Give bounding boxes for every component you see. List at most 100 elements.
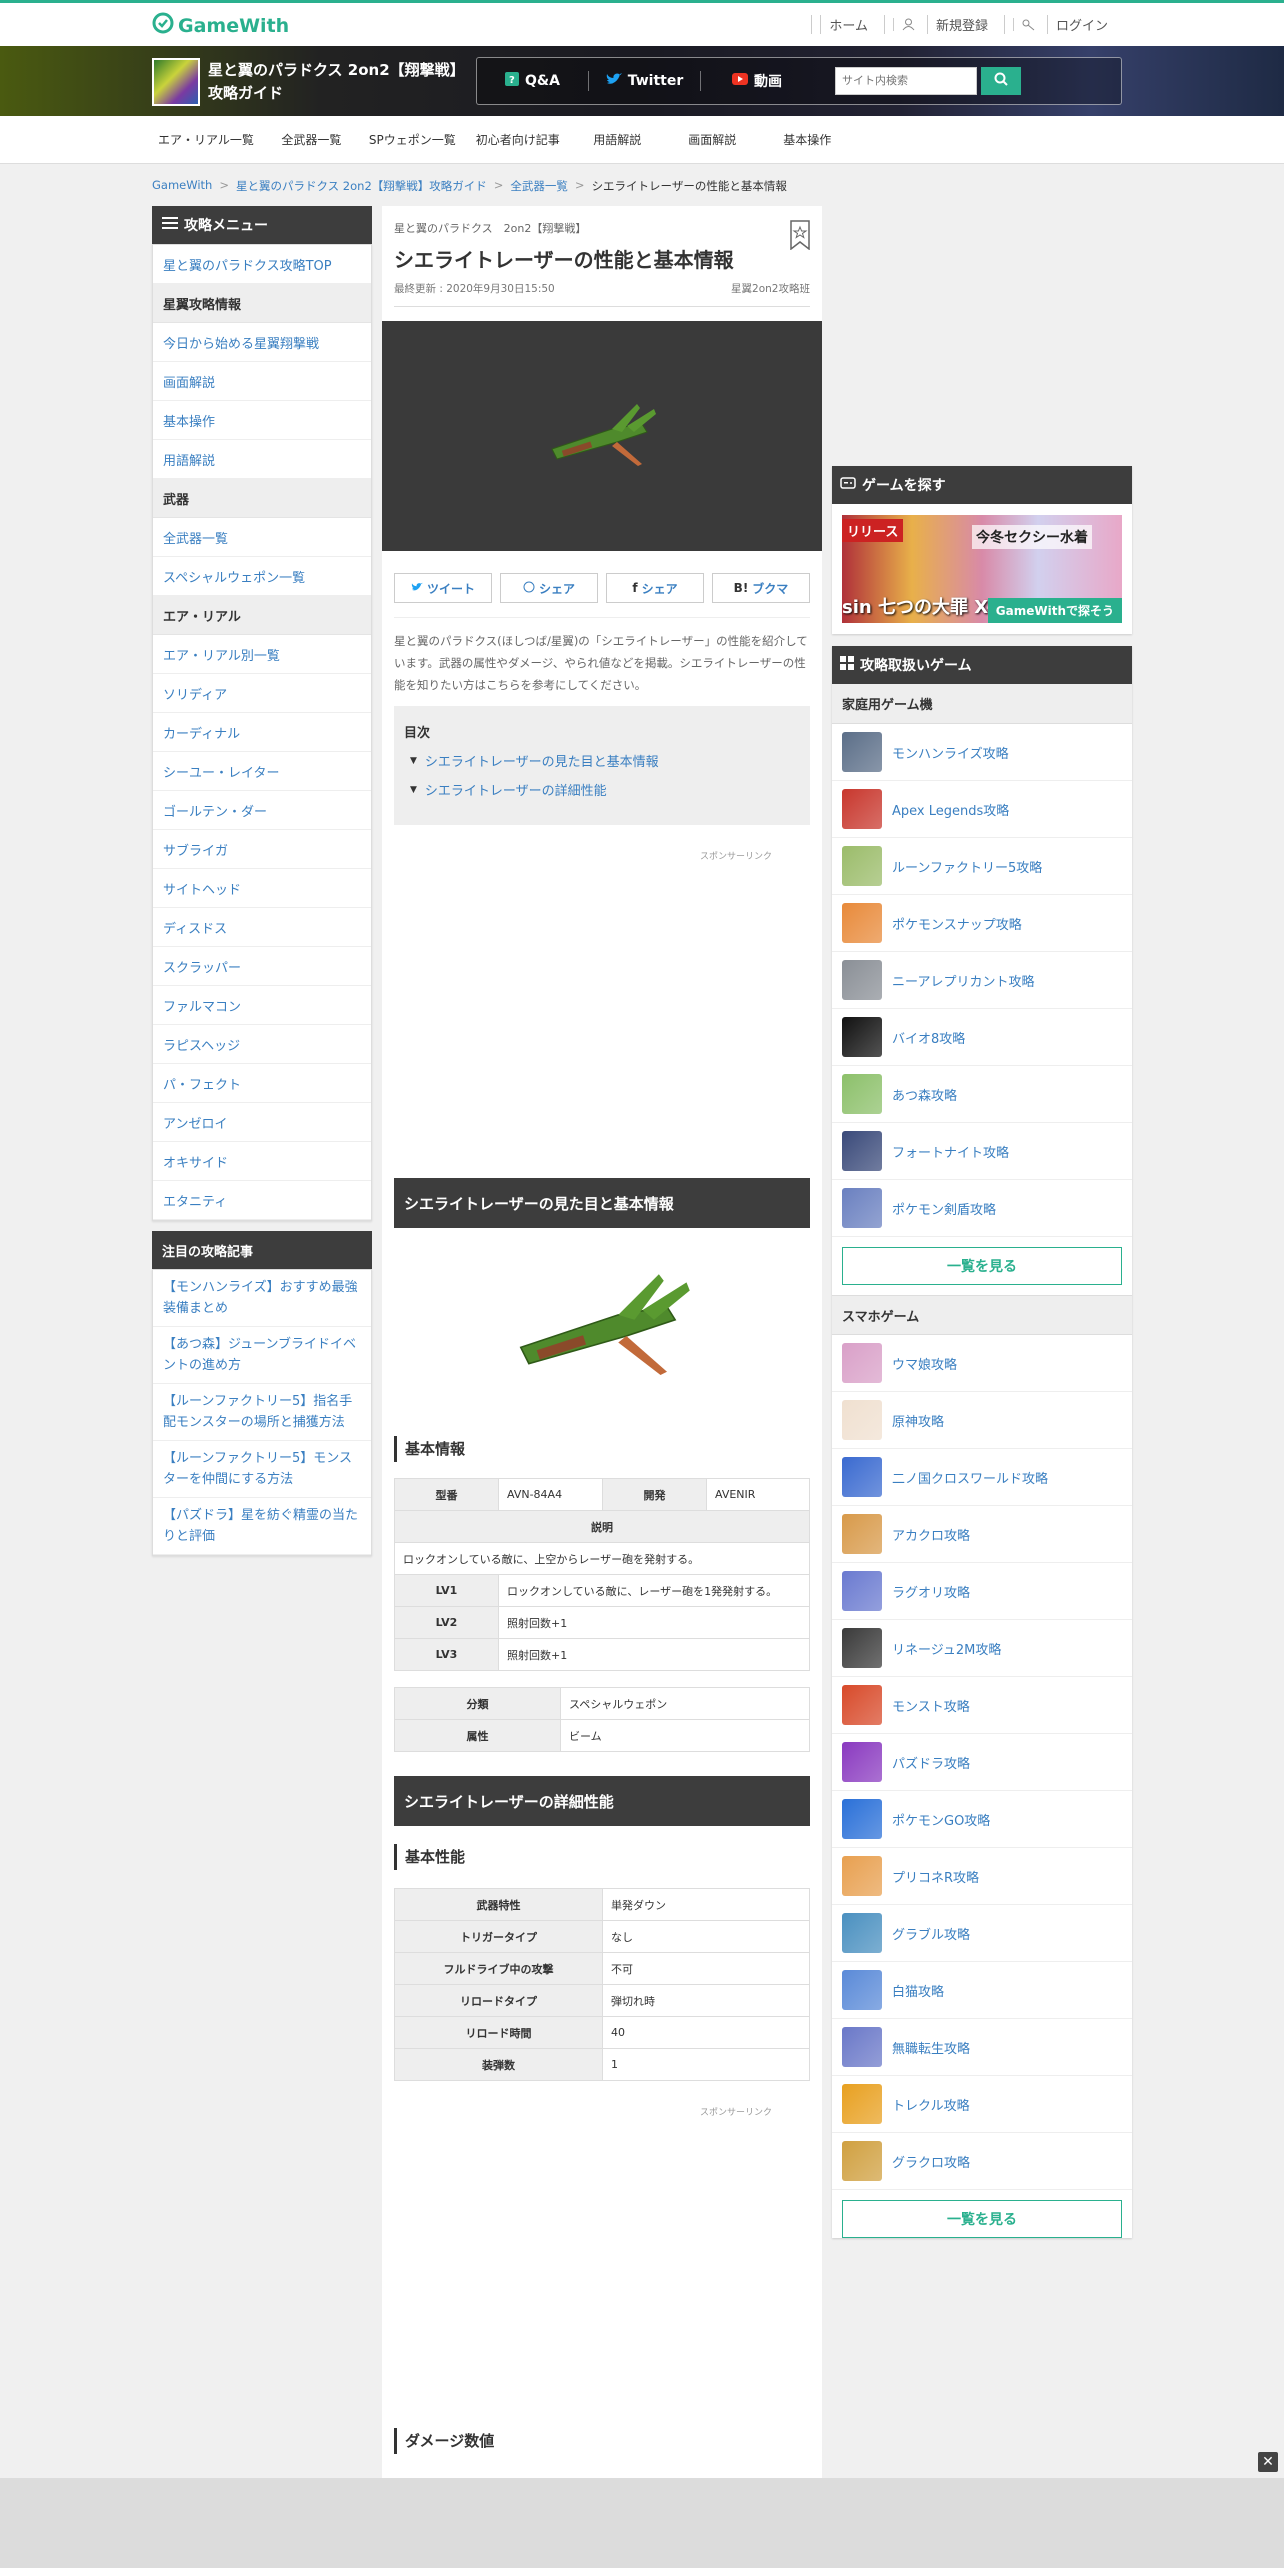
menu-header: 攻略メニュー bbox=[152, 206, 372, 244]
gamewith-logo[interactable]: GameWith bbox=[152, 12, 289, 39]
site-search-input[interactable] bbox=[835, 67, 977, 95]
game-thumbnail bbox=[842, 1856, 882, 1896]
menu-item[interactable]: カーディナル bbox=[153, 713, 371, 752]
see-all-mobile-button[interactable]: 一覧を見る bbox=[842, 2200, 1122, 2238]
nav-item-all-weapons[interactable]: 全武器一覧 bbox=[264, 116, 359, 164]
game-link[interactable]: Apex Legends攻略 bbox=[832, 781, 1132, 838]
twitter-icon bbox=[411, 581, 423, 595]
game-link[interactable]: ポケモンスナップ攻略 bbox=[832, 895, 1132, 952]
register-link[interactable]: 新規登録 bbox=[883, 15, 1004, 34]
game-link[interactable]: ラグオリ攻略 bbox=[832, 1563, 1132, 1620]
menu-item[interactable]: サイトヘッド bbox=[153, 869, 371, 908]
qa-button[interactable]: ? Q&A bbox=[477, 71, 589, 91]
game-link[interactable]: ウマ娘攻略 bbox=[832, 1335, 1132, 1392]
nav-item-sp-weapons[interactable]: SPウェポン一覧 bbox=[359, 116, 466, 164]
menu-item[interactable]: 今日から始める星翼翔撃戦 bbox=[153, 323, 371, 362]
menu-item[interactable]: アンゼロイ bbox=[153, 1103, 371, 1142]
breadcrumb-home[interactable]: GameWith bbox=[152, 178, 212, 194]
game-icon bbox=[152, 58, 200, 106]
game-link[interactable]: ポケモン剣盾攻略 bbox=[832, 1180, 1132, 1237]
game-link[interactable]: あつ森攻略 bbox=[832, 1066, 1132, 1123]
game-link[interactable]: トレクル攻略 bbox=[832, 2076, 1132, 2133]
game-link[interactable]: グラブル攻略 bbox=[832, 1905, 1132, 1962]
game-link-label: あつ森攻略 bbox=[892, 1088, 958, 1104]
game-link[interactable]: 無職転生攻略 bbox=[832, 2019, 1132, 2076]
video-button[interactable]: 動画 bbox=[701, 71, 813, 91]
nav-item-glossary[interactable]: 用語解説 bbox=[570, 116, 665, 164]
menu-item[interactable]: ファルマコン bbox=[153, 986, 371, 1025]
featured-item[interactable]: 【ルーンファクトリー5】モンスターを仲間にする方法 bbox=[153, 1441, 371, 1498]
nav-item-controls[interactable]: 基本操作 bbox=[760, 116, 855, 164]
toc-item[interactable]: ▼ シエライトレーザーの詳細性能 bbox=[410, 780, 800, 799]
bookmark-icon[interactable] bbox=[790, 220, 810, 251]
login-link[interactable]: ログイン bbox=[1003, 15, 1124, 34]
page-title: シエライトレーザーの性能と基本情報 bbox=[394, 248, 734, 272]
category-table: 分類 スペシャルウェポン 属性 ビーム bbox=[394, 1687, 810, 1752]
menu-item[interactable]: ゴールテン・ダー bbox=[153, 791, 371, 830]
facebook-share-button[interactable]: f シェア bbox=[606, 573, 704, 603]
featured-item[interactable]: 【モンハンライズ】おすすめ最強装備まとめ bbox=[153, 1270, 371, 1327]
menu-item[interactable]: エタニティ bbox=[153, 1181, 371, 1220]
menu-item[interactable]: スペシャルウェポン一覧 bbox=[153, 557, 371, 596]
hatena-bookmark-button[interactable]: B! ブクマ bbox=[712, 573, 810, 603]
site-title[interactable]: 星と翼のパラドクス 2on2【翔撃戦】攻略ガイド bbox=[152, 58, 462, 106]
promo-subtitle: 今冬セクシー水着 bbox=[972, 525, 1092, 549]
menu-item[interactable]: 画面解説 bbox=[153, 362, 371, 401]
game-link[interactable]: フォートナイト攻略 bbox=[832, 1123, 1132, 1180]
menu-item[interactable]: ソリディア bbox=[153, 674, 371, 713]
facebook-share-label: シェア bbox=[641, 581, 678, 596]
toc-item[interactable]: ▼ シエライトレーザーの見た目と基本情報 bbox=[410, 751, 800, 770]
see-all-console-button[interactable]: 一覧を見る bbox=[842, 1247, 1122, 1285]
game-link[interactable]: ポケモンGO攻略 bbox=[832, 1791, 1132, 1848]
search-icon bbox=[994, 72, 1008, 90]
breadcrumb-guide[interactable]: 星と翼のパラドクス 2on2【翔撃戦】攻略ガイド bbox=[236, 178, 487, 194]
menu-item[interactable]: エア・リアル別一覧 bbox=[153, 635, 371, 674]
game-link[interactable]: グラクロ攻略 bbox=[832, 2133, 1132, 2190]
menu-item[interactable]: パ・フェクト bbox=[153, 1064, 371, 1103]
menu-item[interactable]: 用語解説 bbox=[153, 440, 371, 479]
game-link[interactable]: 二ノ国クロスワールド攻略 bbox=[832, 1449, 1132, 1506]
breadcrumb-weapons[interactable]: 全武器一覧 bbox=[510, 178, 568, 194]
sub-heading: 基本情報 bbox=[394, 1436, 810, 1462]
table-cell: なし bbox=[602, 1920, 810, 1953]
featured-item[interactable]: 【あつ森】ジューンブライドイベントの進め方 bbox=[153, 1327, 371, 1384]
article: 星と翼のパラドクス 2on2【翔撃戦】 シエライトレーザーの性能と基本情報 最終… bbox=[382, 206, 822, 2568]
sponsor-label: スポンサーリンク bbox=[699, 852, 772, 862]
menu-item[interactable]: シーユー・レイター bbox=[153, 752, 371, 791]
menu-item[interactable]: オキサイド bbox=[153, 1142, 371, 1181]
game-link[interactable]: ルーンファクトリー5攻略 bbox=[832, 838, 1132, 895]
featured-item[interactable]: 【ルーンファクトリー5】指名手配モンスターの場所と捕獲方法 bbox=[153, 1384, 371, 1441]
game-link[interactable]: 白猫攻略 bbox=[832, 1962, 1132, 2019]
bottom-ad-bar bbox=[0, 2478, 1284, 2568]
game-link[interactable]: モンハンライズ攻略 bbox=[832, 724, 1132, 781]
line-share-button[interactable]: シェア bbox=[500, 573, 598, 603]
game-link[interactable]: 原神攻略 bbox=[832, 1392, 1132, 1449]
featured-item[interactable]: 【パズドラ】星を紡ぐ精霊の当たりと評価 bbox=[153, 1498, 371, 1555]
search-button[interactable] bbox=[981, 67, 1021, 95]
menu-item-top[interactable]: 星と翼のパラドクス攻略TOP bbox=[153, 245, 371, 284]
game-link[interactable]: リネージュ2M攻略 bbox=[832, 1620, 1132, 1677]
nav-item-beginner[interactable]: 初心者向け記事 bbox=[466, 116, 570, 164]
game-link[interactable]: プリコネR攻略 bbox=[832, 1848, 1132, 1905]
game-link[interactable]: バイオ8攻略 bbox=[832, 1009, 1132, 1066]
menu-item[interactable]: 全武器一覧 bbox=[153, 518, 371, 557]
menu-item[interactable]: ディスドス bbox=[153, 908, 371, 947]
home-link[interactable]: ホーム bbox=[811, 15, 884, 34]
menu-item[interactable]: 基本操作 bbox=[153, 401, 371, 440]
menu-item[interactable]: ラピスヘッジ bbox=[153, 1025, 371, 1064]
twitter-button[interactable]: Twitter bbox=[589, 71, 701, 91]
gamewith-logo-icon bbox=[152, 12, 174, 39]
game-link[interactable]: モンスト攻略 bbox=[832, 1677, 1132, 1734]
game-link[interactable]: ニーアレプリカント攻略 bbox=[832, 952, 1132, 1009]
game-link-label: グラクロ攻略 bbox=[892, 2155, 971, 2171]
tweet-button[interactable]: ツイート bbox=[394, 573, 492, 603]
table-header: 開発 bbox=[602, 1478, 707, 1511]
game-link[interactable]: パズドラ攻略 bbox=[832, 1734, 1132, 1791]
promo-banner[interactable]: リリース 今冬セクシー水着 sin 七つの大罪 X-TASY GameWithで… bbox=[842, 515, 1122, 623]
menu-item[interactable]: サブライガ bbox=[153, 830, 371, 869]
menu-item[interactable]: スクラッパー bbox=[153, 947, 371, 986]
nav-item-air-real-list[interactable]: エア・リアル一覧 bbox=[148, 116, 264, 164]
game-link[interactable]: アカクロ攻略 bbox=[832, 1506, 1132, 1563]
nav-item-screen-guide[interactable]: 画面解説 bbox=[665, 116, 760, 164]
close-icon[interactable]: ✕ bbox=[1258, 2452, 1278, 2472]
